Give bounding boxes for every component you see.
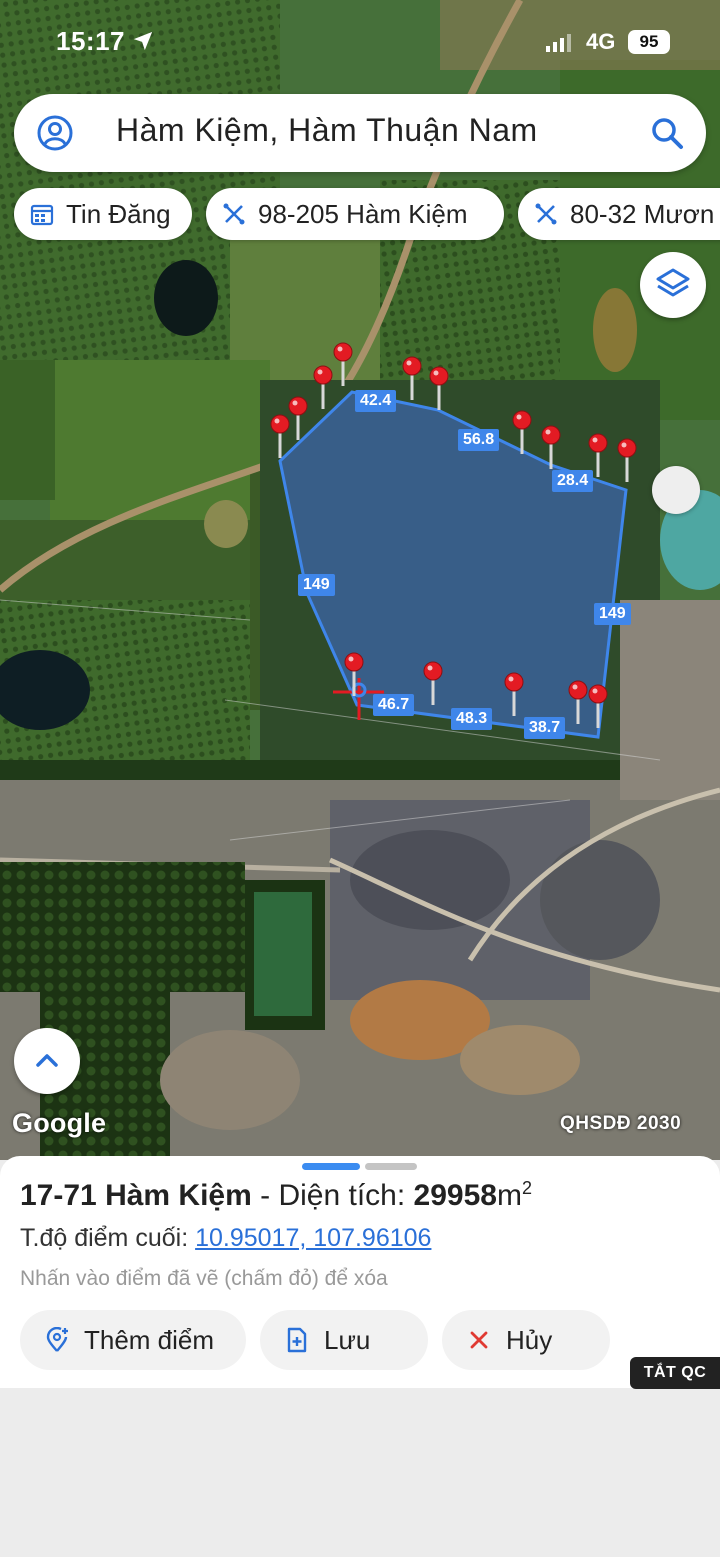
signal-icon xyxy=(546,34,571,52)
drag-handle[interactable] xyxy=(652,466,700,514)
expand-up-button[interactable] xyxy=(14,1028,80,1094)
cancel-button[interactable]: Hủy xyxy=(442,1310,610,1370)
planning-layer-label: QHSDĐ 2030 xyxy=(560,1113,682,1134)
layers-icon xyxy=(656,268,690,297)
save-button[interactable]: Lưu xyxy=(260,1310,428,1370)
add-location-icon xyxy=(46,1327,68,1352)
chip-98-205[interactable]: 98-205 Hàm Kiệm xyxy=(206,188,504,240)
segment-label: 46.7 xyxy=(373,694,415,716)
location-arrow-icon xyxy=(133,31,153,51)
segment-label: 149 xyxy=(298,574,335,596)
chip-label: 80-32 Mươn xyxy=(570,199,715,229)
save-label: Lưu xyxy=(324,1325,371,1355)
ruler-icon xyxy=(223,203,245,225)
point-marker[interactable] xyxy=(429,366,449,410)
point-marker[interactable] xyxy=(288,396,308,440)
search-query[interactable]: Hàm Kiệm, Hàm Thuận Nam xyxy=(116,112,538,149)
satellite-map[interactable]: 42.4 56.8 28.4 149 149 46.7 48.3 38.7 15… xyxy=(0,0,720,1160)
last-point-coords: T.độ điểm cuối: 10.95017, 107.96106 xyxy=(20,1224,431,1253)
add-point-label: Thêm điểm xyxy=(84,1325,215,1355)
status-time: 15:17 xyxy=(56,26,125,56)
area-value: 29958 xyxy=(413,1179,497,1212)
parcel-title: 17-71 Hàm Kiệm - Diện tích: 29958m2 xyxy=(20,1178,532,1213)
area-prefix: - Diện tích: xyxy=(251,1179,414,1212)
chevron-up-icon xyxy=(36,1054,58,1067)
calendar-icon xyxy=(30,204,54,226)
point-marker[interactable] xyxy=(617,438,637,482)
area-unit-exponent: 2 xyxy=(521,1178,532,1198)
cancel-label: Hủy xyxy=(506,1325,553,1355)
filter-chips: Tin Đăng 98-205 Hàm Kiệm 80-32 Mươn xyxy=(14,188,720,240)
parcel-id: 17-71 Hàm Kiệm xyxy=(20,1179,252,1212)
segment-label: 48.3 xyxy=(451,708,493,730)
point-marker[interactable] xyxy=(333,342,353,386)
segment-label: 38.7 xyxy=(524,717,566,739)
layers-button[interactable] xyxy=(640,252,706,318)
search-icon[interactable] xyxy=(648,114,686,152)
delete-hint: Nhấn vào điểm đã vẽ (chấm đỏ) để xóa xyxy=(20,1267,388,1290)
point-marker[interactable] xyxy=(402,356,422,400)
chip-label: 98-205 Hàm Kiệm xyxy=(258,199,468,229)
account-icon[interactable] xyxy=(36,114,74,152)
chip-label: Tin Đăng xyxy=(66,199,171,229)
add-point-button[interactable]: Thêm điểm xyxy=(20,1310,246,1370)
sheet-handle-secondary[interactable] xyxy=(365,1163,417,1170)
segment-label: 42.4 xyxy=(355,390,397,412)
point-marker[interactable] xyxy=(313,365,333,409)
battery-indicator: 95 xyxy=(628,30,670,54)
segment-label: 149 xyxy=(594,603,631,625)
status-bar: 15:17 4G 95 xyxy=(0,20,720,64)
ruler-icon xyxy=(535,203,557,225)
search-bar[interactable]: Hàm Kiệm, Hàm Thuận Nam xyxy=(14,94,706,172)
segment-label: 56.8 xyxy=(458,429,500,451)
parcel-info-sheet: 17-71 Hàm Kiệm - Diện tích: 29958m2 T.độ… xyxy=(0,1156,720,1388)
sheet-handle[interactable] xyxy=(302,1163,360,1170)
file-add-icon xyxy=(287,1327,307,1353)
area-unit: m xyxy=(496,1179,522,1212)
parcel-overlay[interactable] xyxy=(0,0,720,1160)
chip-80-32[interactable]: 80-32 Mươn xyxy=(518,188,720,240)
google-logo: Google xyxy=(12,1108,107,1138)
segment-label: 28.4 xyxy=(552,470,594,492)
network-type: 4G xyxy=(586,29,616,54)
hide-ads-button[interactable]: TẮT QC xyxy=(630,1357,720,1389)
chip-tin-dang[interactable]: Tin Đăng xyxy=(14,188,192,240)
coord-label: T.độ điểm cuối: xyxy=(20,1224,196,1252)
close-icon xyxy=(470,1331,488,1349)
point-marker[interactable] xyxy=(270,414,290,458)
coord-link[interactable]: 10.95017, 107.96106 xyxy=(195,1224,431,1252)
